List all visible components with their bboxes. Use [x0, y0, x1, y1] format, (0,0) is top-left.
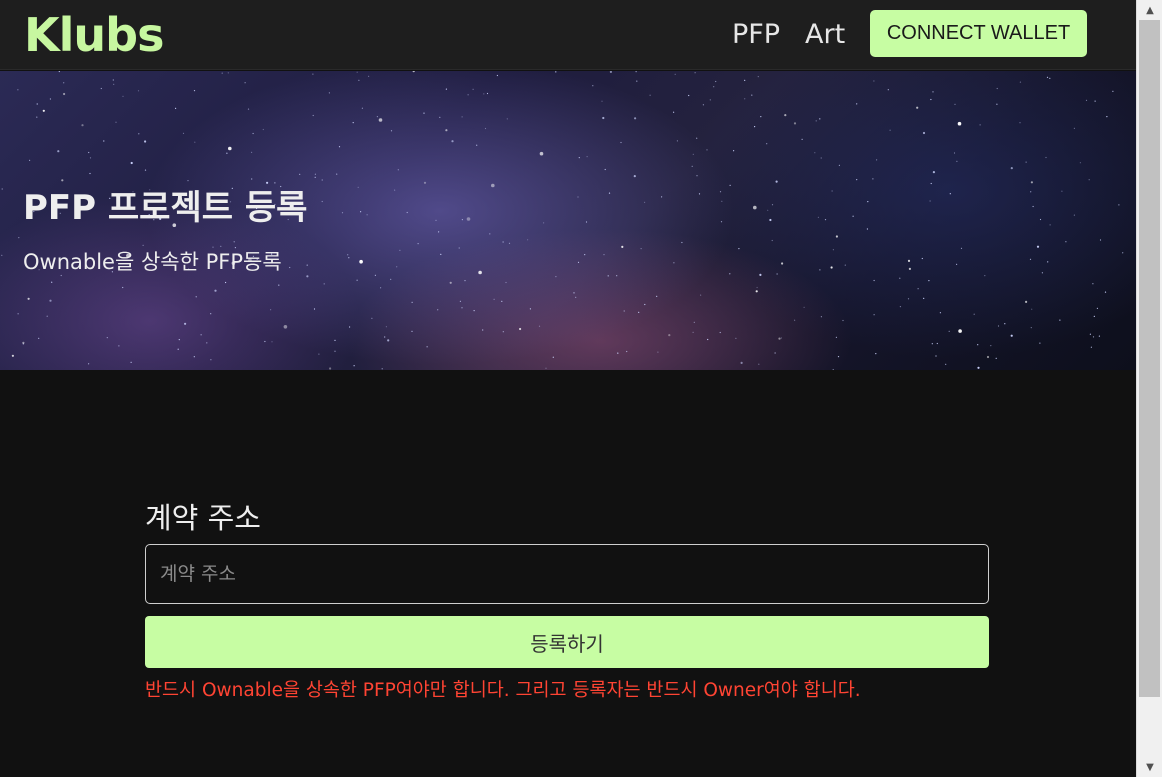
- scroll-down-arrow-icon[interactable]: ▼: [1137, 757, 1162, 777]
- connect-wallet-button[interactable]: CONNECT WALLET: [870, 10, 1087, 57]
- warning-message: 반드시 Ownable을 상속한 PFP여야만 합니다. 그리고 등록자는 반드…: [145, 680, 861, 701]
- top-nav-bar: Klubs PFP Art CONNECT WALLET: [0, 0, 1136, 70]
- nav-link-pfp[interactable]: PFP: [732, 16, 780, 54]
- scroll-up-arrow-icon[interactable]: ▲: [1137, 0, 1162, 20]
- nav-link-art[interactable]: Art: [805, 16, 845, 54]
- register-button[interactable]: 등록하기: [145, 616, 989, 668]
- contract-address-label: 계약 주소: [145, 501, 261, 535]
- page-title: PFP 프로젝트 등록: [23, 188, 308, 228]
- page-subtitle: Ownable을 상속한 PFP등록: [23, 250, 282, 274]
- vertical-scrollbar[interactable]: ▲ ▼: [1136, 0, 1162, 777]
- scrollbar-thumb[interactable]: [1139, 20, 1160, 697]
- klubs-logo[interactable]: Klubs: [24, 6, 164, 64]
- hero-banner: PFP 프로젝트 등록 Ownable을 상속한 PFP등록: [0, 71, 1136, 370]
- page: Klubs PFP Art CONNECT WALLET PFP 프로젝트 등록…: [0, 0, 1136, 777]
- contract-address-input[interactable]: [145, 544, 989, 604]
